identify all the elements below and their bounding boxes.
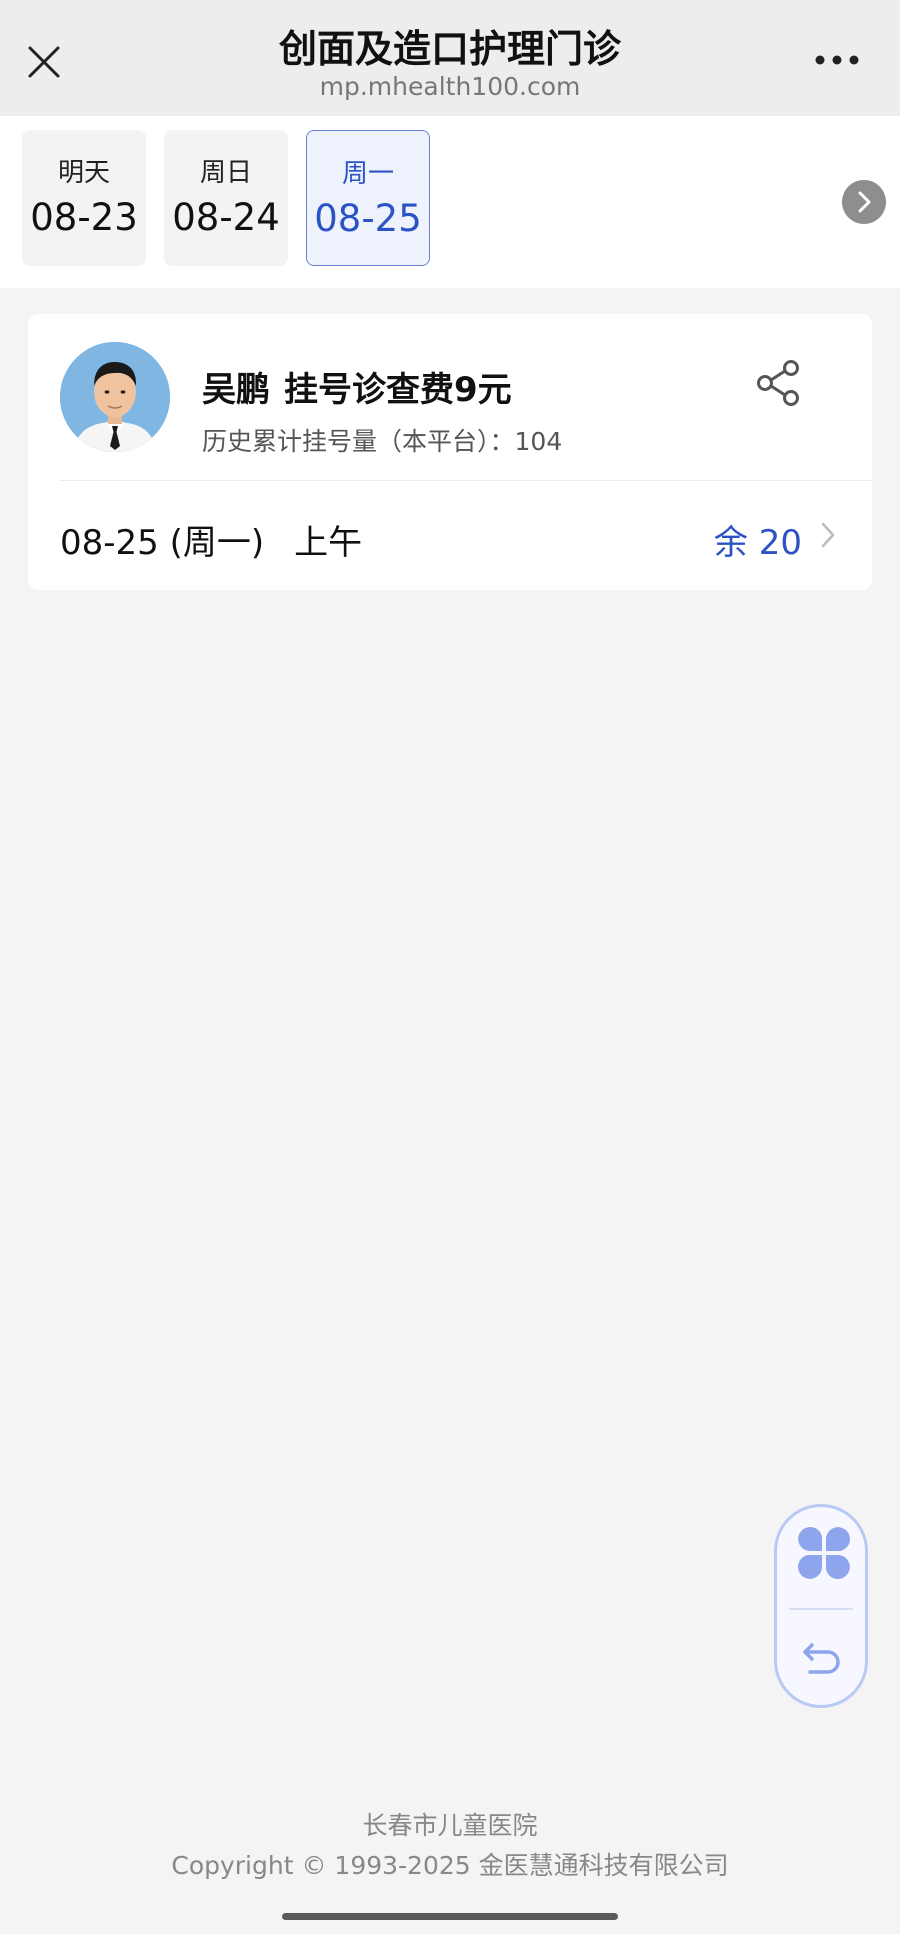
page-url: mp.mhealth100.com [319,72,581,101]
date-tab-weekday: 明天 [57,158,110,188]
footer-hospital-name: 长春市儿童医院 [362,1811,538,1840]
date-tab-0823[interactable]: 明天 08-23 [22,130,146,266]
registration-history: 历史累计挂号量（本平台）：104 [202,427,563,456]
date-tab-weekday: 周日 [199,158,252,188]
floating-action-widget [774,1504,868,1708]
next-dates-arrow-icon[interactable] [842,180,886,224]
slot-date: 08-25 (周一) 上午 [60,515,362,564]
doctor-title: 吴鹏 挂号诊查费9元 [202,362,512,411]
footer-copyright: Copyright © 1993-2025 金医慧通科技有限公司 [171,1851,729,1880]
date-tab-date: 08-23 [30,196,138,239]
doctor-name: 吴鹏 [202,370,270,410]
widget-divider [789,1608,853,1610]
home-indicator[interactable] [282,1913,618,1920]
doctor-card: 吴鹏 挂号诊查费9元 历史累计挂号量（本平台）：104 08-25 (周一) 上午 … [28,314,872,590]
date-tab-date: 08-25 [314,197,422,240]
doctor-avatar[interactable] [60,342,170,452]
slot-remaining: 余 20 [713,523,802,563]
appointment-slot-row[interactable]: 08-25 (周一) 上午 余 20 [28,481,872,590]
menu-clover-icon[interactable] [796,1525,852,1581]
title-bar: 创面及造口护理门诊 mp.mhealth100.com [0,0,900,116]
registration-fee: 挂号诊查费9元 [284,370,512,410]
slot-period: 上午 [294,523,363,563]
page-title: 创面及造口护理门诊 [278,27,621,71]
chevron-right-icon [821,522,835,548]
date-selector: 明天 08-23 周日 08-24 周一 08-25 [0,116,900,288]
more-icon[interactable] [814,50,860,70]
date-tab-weekday: 周一 [341,159,394,189]
slot-date-label: 08-25 (周一) [60,523,265,563]
date-tab-0825[interactable]: 周一 08-25 [306,130,430,266]
share-icon[interactable] [754,358,804,408]
date-tab-0824[interactable]: 周日 08-24 [164,130,288,266]
back-undo-icon[interactable] [798,1633,848,1683]
date-tab-date: 08-24 [172,196,280,239]
